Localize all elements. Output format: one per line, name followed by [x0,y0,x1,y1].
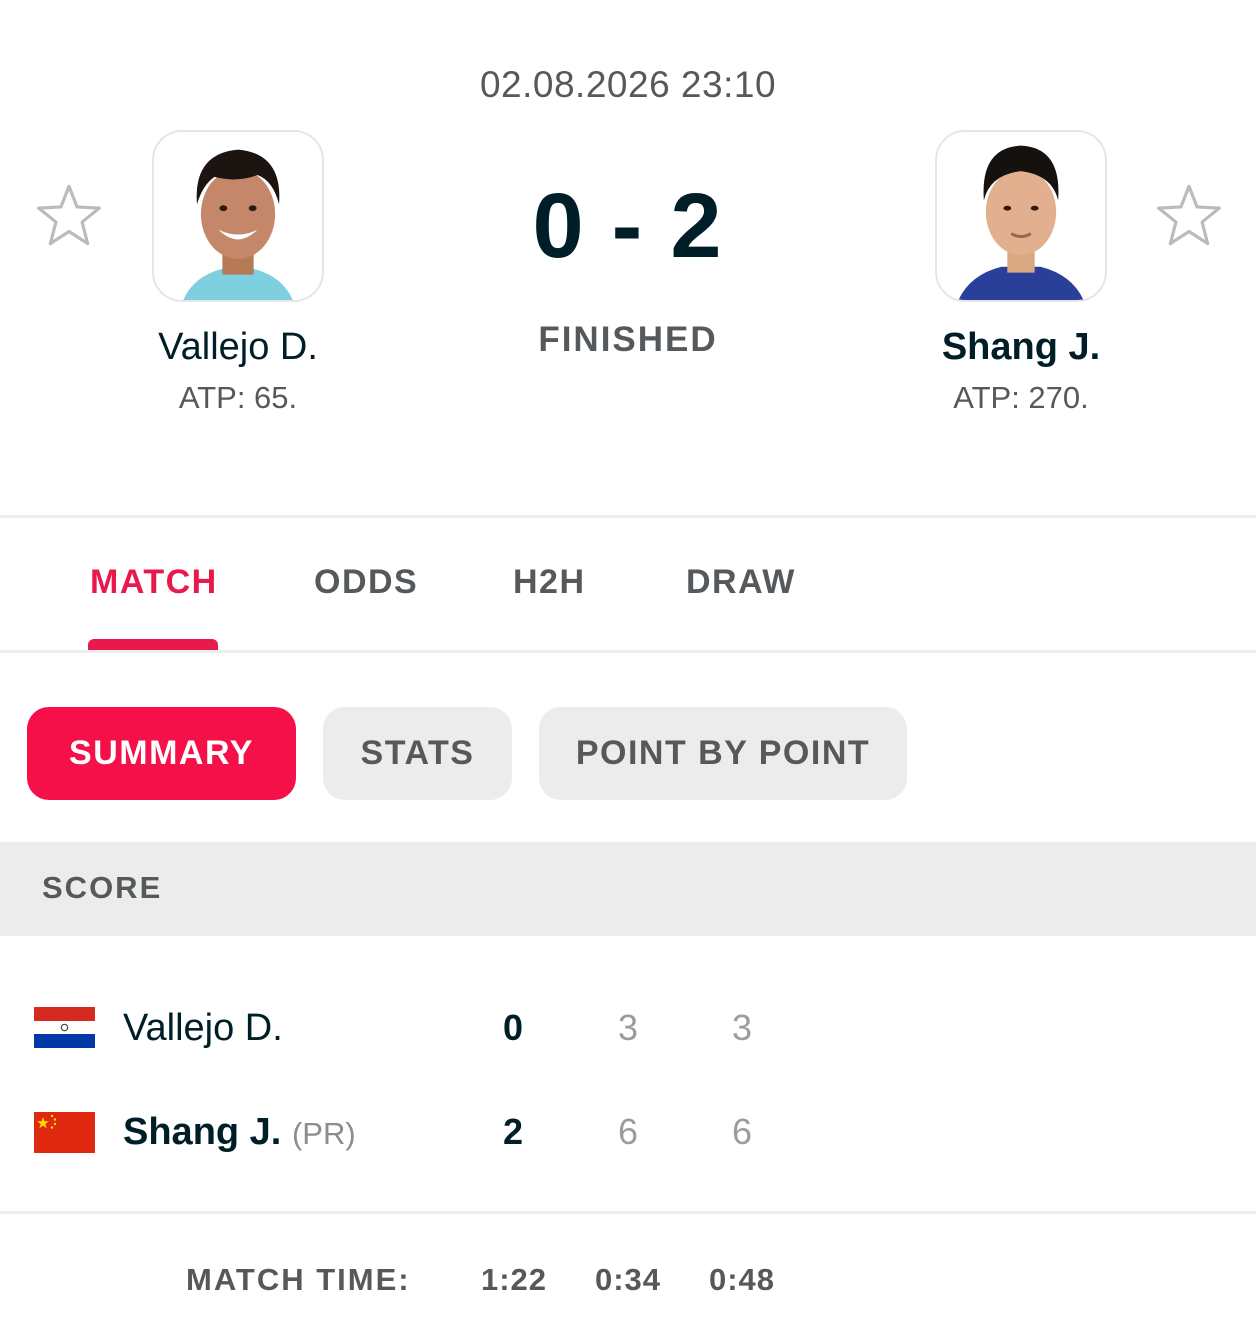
tab-odds[interactable]: ODDS [314,563,418,602]
home-row-player: Vallejo D. [123,1007,283,1049]
set2-time: 0:48 [708,1262,776,1297]
away-row-name[interactable]: Shang J. (PR) [123,1109,356,1157]
score-section-header: SCORE [0,842,1256,936]
tab-match[interactable]: MATCH [90,563,218,602]
home-set1-games: 3 [617,1007,639,1048]
away-sets-won: 2 [502,1111,524,1152]
protected-ranking-tag: (PR) [291,1116,356,1151]
home-sets-won: 0 [502,1007,524,1048]
favorite-star-icon[interactable] [35,182,103,250]
home-player-rank: ATP: 65. [178,380,298,415]
score-section-title: SCORE [42,870,163,905]
away-set1-games: 6 [617,1111,639,1152]
subtab-stats[interactable]: STATS [323,707,512,800]
divider [0,1211,1256,1214]
away-row-player: Shang J. [123,1111,282,1153]
subtab-point-by-point[interactable]: POINT BY POINT [539,707,907,800]
tab-h2h[interactable]: H2H [513,563,586,602]
away-set2-games: 6 [731,1111,753,1152]
set1-time: 0:34 [594,1262,662,1297]
match-score: 0-2 [428,178,828,274]
divider [0,515,1256,518]
match-time-label: MATCH TIME: [186,1262,411,1297]
away-score: 2 [670,175,724,277]
score-separator: - [611,175,645,277]
subtab-summary[interactable]: SUMMARY [27,707,296,800]
away-player-name[interactable]: Shang J. [851,324,1191,370]
home-score: 0 [532,175,586,277]
home-player-avatar[interactable] [152,130,324,302]
paraguay-flag-icon [34,1007,95,1048]
match-status: FINISHED [538,320,718,359]
china-flag-icon [34,1112,95,1153]
divider [0,650,1256,653]
home-player-name[interactable]: Vallejo D. [68,324,408,370]
home-set2-games: 3 [731,1007,753,1048]
favorite-star-icon[interactable] [1155,182,1223,250]
tab-draw[interactable]: DRAW [686,563,796,602]
away-player-avatar[interactable] [935,130,1107,302]
home-row-name[interactable]: Vallejo D. [123,1005,283,1051]
match-time-total: 1:22 [480,1262,548,1297]
match-datetime: 02.08.2026 23:10 [479,64,777,105]
away-player-rank: ATP: 270. [953,380,1089,415]
